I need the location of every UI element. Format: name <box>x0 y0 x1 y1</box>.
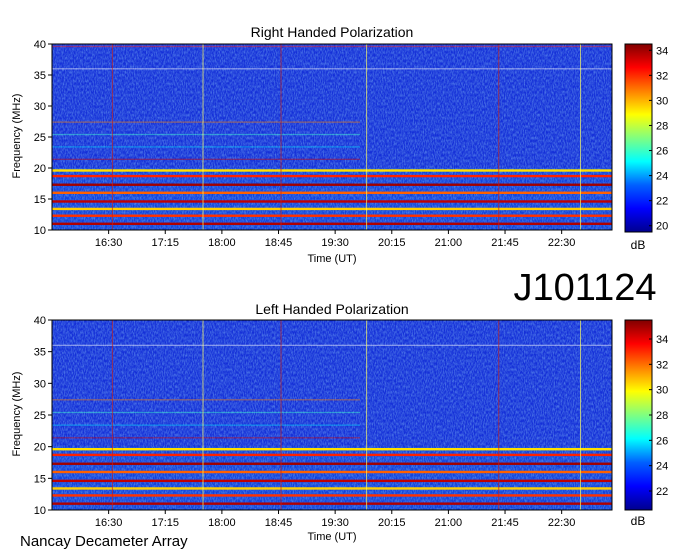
x-tick-label: 16:30 <box>95 517 123 529</box>
colorbar-gradient <box>624 43 653 233</box>
y-tick-label: 10 <box>34 505 46 517</box>
x-tick-label: 21:00 <box>435 237 463 249</box>
emission-band <box>52 174 612 178</box>
emission-band <box>52 133 360 136</box>
emission-band <box>52 222 612 225</box>
y-tick-label: 40 <box>34 39 46 51</box>
colorbar: 22 24 26 28 30 32 34 <box>624 319 668 511</box>
x-tick-label: 21:45 <box>491 237 519 249</box>
emission-band <box>52 207 612 211</box>
x-tick-label: 21:45 <box>491 517 519 529</box>
x-tick-label: 22:30 <box>548 517 576 529</box>
emission-band <box>52 424 360 426</box>
y-tick-label: 35 <box>34 70 46 82</box>
panel-title: Left Handed Polarization <box>255 301 408 317</box>
y-tick-label: 35 <box>34 347 46 359</box>
y-axis-label: Frequency (MHz) <box>11 372 23 457</box>
emission-band <box>52 462 612 465</box>
observation-id: J101124 <box>514 267 657 309</box>
y-tick-label: 20 <box>34 163 46 175</box>
colorbar-tick-label: 24 <box>656 171 668 183</box>
emission-band <box>52 45 612 48</box>
x-tick-label: 21:00 <box>435 517 463 529</box>
x-tick-label: 20:15 <box>378 237 406 249</box>
colorbar-tick-label: 30 <box>656 95 668 107</box>
emission-band <box>52 494 612 497</box>
colorbar-tick-label: 32 <box>656 359 668 371</box>
x-tick-label: 20:15 <box>378 517 406 529</box>
emission-band <box>52 183 612 186</box>
emission-band <box>52 448 612 451</box>
emission-band <box>52 68 612 70</box>
y-tick-label: 15 <box>34 473 46 485</box>
colorbar-tick-label: 26 <box>656 146 668 158</box>
emission-band <box>52 470 612 474</box>
colorbar-gradient <box>624 319 653 511</box>
x-tick-label: 18:45 <box>265 237 293 249</box>
emission-band <box>52 399 360 401</box>
emission-band <box>52 158 360 160</box>
x-tick-label: 18:45 <box>265 517 293 529</box>
instrument-label: Nancay Decameter Array <box>20 533 188 550</box>
x-tick-label: 18:00 <box>208 237 236 249</box>
y-tick-label: 20 <box>34 442 46 454</box>
colorbar-tick-label: 20 <box>656 221 668 233</box>
y-tick-label: 30 <box>34 378 46 390</box>
emission-band <box>52 453 612 457</box>
emission-band <box>52 479 612 483</box>
x-axis-label: Time (UT) <box>307 531 356 543</box>
colorbar-tick-label: 32 <box>656 70 668 82</box>
y-tick-label: 25 <box>34 410 46 422</box>
emission-band <box>52 487 612 490</box>
x-tick-label: 19:30 <box>321 517 349 529</box>
emission-band <box>52 437 360 439</box>
emission-band <box>52 411 360 414</box>
y-axis-label: Frequency (MHz) <box>11 94 23 179</box>
colorbar-tick-label: 28 <box>656 120 668 132</box>
x-axis-label: Time (UT) <box>307 253 356 265</box>
colorbar: 20 22 24 26 28 30 32 34 <box>624 43 668 233</box>
x-tick-label: 16:30 <box>95 237 123 249</box>
emission-band <box>52 214 612 217</box>
colorbar-tick-label: 26 <box>656 435 668 447</box>
y-tick-label: 40 <box>34 315 46 327</box>
y-tick-label: 10 <box>34 225 46 237</box>
x-tick-label: 17:15 <box>151 517 179 529</box>
emission-band <box>52 146 360 148</box>
colorbar-tick-label: 34 <box>656 334 668 346</box>
panel-title: Right Handed Polarization <box>251 24 414 40</box>
colorbar-unit: dB <box>631 514 646 528</box>
emission-band <box>52 191 612 194</box>
x-tick-label: 19:30 <box>321 237 349 249</box>
right-polarization-panel: Right Handed Polarization 10 15 20 25 30 35 40… <box>11 24 668 265</box>
emission-band <box>52 121 360 123</box>
colorbar-tick-label: 22 <box>656 486 668 498</box>
x-tick-label: 22:30 <box>548 237 576 249</box>
emission-band <box>52 502 612 505</box>
x-tick-label: 18:00 <box>208 517 236 529</box>
dynamic-spectrum-figure: Right Handed Polarization 10 15 20 25 30 35 40… <box>11 24 668 550</box>
emission-band <box>52 200 612 203</box>
colorbar-tick-label: 22 <box>656 196 668 208</box>
spectrogram-plot <box>52 44 612 230</box>
y-tick-label: 30 <box>34 101 46 113</box>
emission-band <box>52 169 612 172</box>
left-polarization-panel: Left Handed Polarization 10 15 20 25 30 35 40 1… <box>11 301 668 543</box>
colorbar-unit: dB <box>631 238 646 252</box>
colorbar-tick-label: 28 <box>656 410 668 422</box>
colorbar-tick-label: 34 <box>656 45 668 57</box>
spectrogram-plot <box>52 320 612 510</box>
colorbar-tick-label: 24 <box>656 461 668 473</box>
emission-band <box>52 344 612 346</box>
y-tick-label: 15 <box>34 194 46 206</box>
colorbar-tick-label: 30 <box>656 385 668 397</box>
y-tick-label: 25 <box>34 132 46 144</box>
x-tick-label: 17:15 <box>151 237 179 249</box>
